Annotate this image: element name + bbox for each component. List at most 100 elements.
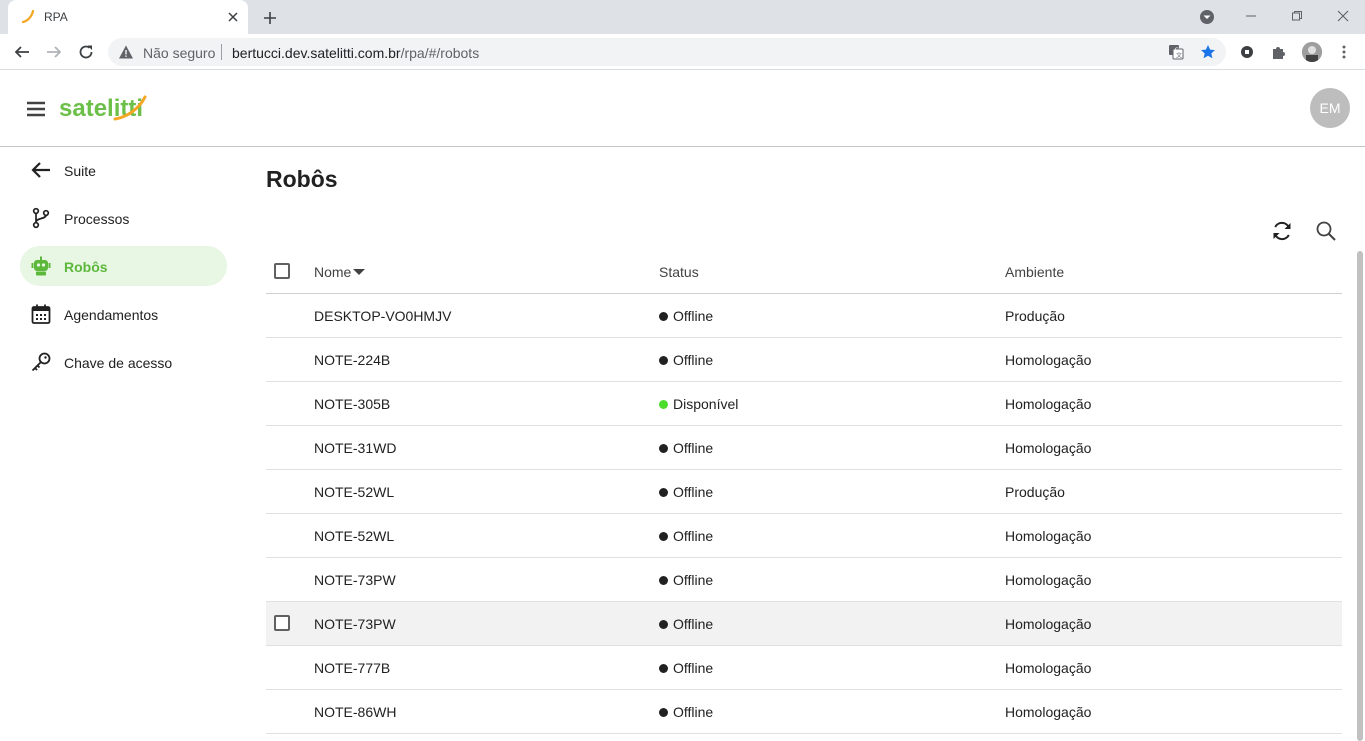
robot-environment: Homologação xyxy=(1005,528,1092,544)
status-label: Offline xyxy=(673,572,714,588)
robot-name: NOTE-52WL xyxy=(314,484,395,500)
page-scrollbar[interactable] xyxy=(1355,147,1365,741)
sidebar-item-label: Robôs xyxy=(64,259,108,275)
bookmark-star-icon[interactable] xyxy=(1200,44,1216,60)
search-icon xyxy=(1316,221,1336,241)
sidebar-item-suite[interactable]: Suite xyxy=(20,150,227,190)
table-row[interactable]: NOTE-31WD Offline Homologação xyxy=(266,426,1342,470)
address-bar[interactable]: Não seguro bertucci.dev.satelitti.com.br… xyxy=(108,38,1226,66)
restore-icon[interactable] xyxy=(1283,4,1311,28)
status-dot-icon xyxy=(659,664,668,673)
profile-avatar[interactable] xyxy=(1302,42,1322,62)
status-dot-icon xyxy=(659,312,668,321)
table-row[interactable]: NOTE-777B Offline Homologação xyxy=(266,646,1342,690)
arrow-back-icon xyxy=(31,162,50,178)
refresh-button[interactable] xyxy=(1269,218,1295,244)
status-label: Offline xyxy=(673,352,714,368)
status-label: Offline xyxy=(673,308,714,324)
status-label: Offline xyxy=(673,528,714,544)
robot-name: NOTE-73PW xyxy=(314,616,396,632)
robot-status: Offline xyxy=(659,616,713,632)
status-label: Offline xyxy=(673,704,714,720)
robot-name: DESKTOP-VO0HMJV xyxy=(314,308,452,324)
forward-icon[interactable] xyxy=(42,40,66,64)
page-title: Robôs xyxy=(266,166,338,192)
svg-text:文: 文 xyxy=(1176,52,1182,60)
sidebar-item-label: Suite xyxy=(64,163,96,179)
robot-environment: Homologação xyxy=(1005,352,1092,368)
security-label[interactable]: Não seguro xyxy=(143,45,215,61)
sidebar-item-label: Chave de acesso xyxy=(64,355,173,371)
robot-environment: Homologação xyxy=(1005,660,1092,676)
close-window-icon[interactable] xyxy=(1329,4,1357,28)
table-row[interactable]: NOTE-73PW Offline Homologação xyxy=(266,558,1342,602)
reload-icon[interactable] xyxy=(74,40,98,64)
robot-environment: Produção xyxy=(1005,308,1065,324)
sidebar-item-processos[interactable]: Processos xyxy=(20,198,227,238)
sidebar-item-chave-de-acesso[interactable]: Chave de acesso xyxy=(20,342,227,382)
status-label: Offline xyxy=(673,484,714,500)
table-row[interactable]: NOTE-86WH Offline Homologação xyxy=(266,690,1342,734)
back-icon[interactable] xyxy=(10,40,34,64)
status-label: Offline xyxy=(673,660,714,676)
robot-status: Offline xyxy=(659,572,713,588)
status-label: Disponível xyxy=(673,396,739,412)
robot-name: NOTE-52WL xyxy=(314,528,395,544)
menu-icon[interactable] xyxy=(24,97,48,121)
robot-status: Offline xyxy=(659,704,713,720)
robot-environment: Homologação xyxy=(1005,616,1092,632)
app-header: satelitti EM xyxy=(0,71,1365,147)
table-row[interactable]: NOTE-305B Disponível Homologação xyxy=(266,382,1342,426)
column-header-name[interactable]: Nome xyxy=(314,264,366,280)
table-header: Nome Status Ambiente xyxy=(266,249,1342,294)
scrollbar-thumb[interactable] xyxy=(1357,251,1363,741)
robot-environment: Homologação xyxy=(1005,440,1092,456)
tab-close-icon[interactable] xyxy=(224,8,242,26)
refresh-icon xyxy=(1273,221,1291,241)
browser-tab[interactable]: RPA xyxy=(8,0,248,34)
robot-status: Disponível xyxy=(659,396,738,412)
new-tab-icon[interactable] xyxy=(258,6,282,30)
calendar-icon xyxy=(31,304,51,324)
table-row[interactable]: DESKTOP-VO0HMJV Offline Produção xyxy=(266,294,1342,338)
table-row[interactable]: NOTE-224B Offline Homologação xyxy=(266,338,1342,382)
table-row[interactable]: NOTE-52WL Offline Homologação xyxy=(266,514,1342,558)
sidebar: Suite Processos Robôs Agendamentos Chave… xyxy=(0,147,248,728)
tab-search-icon[interactable] xyxy=(1199,9,1215,25)
satelitti-logo[interactable]: satelitti xyxy=(59,93,147,125)
robot-environment: Homologação xyxy=(1005,396,1092,412)
robot-name: NOTE-224B xyxy=(314,352,391,368)
key-icon xyxy=(31,352,51,372)
sidebar-item-label: Agendamentos xyxy=(64,307,159,323)
robot-name: NOTE-73PW xyxy=(314,572,396,588)
user-avatar[interactable]: EM xyxy=(1310,88,1350,128)
warning-icon[interactable] xyxy=(118,44,134,60)
minimize-icon[interactable] xyxy=(1237,4,1265,28)
robot-status: Offline xyxy=(659,484,713,500)
status-label: Offline xyxy=(673,440,714,456)
column-header-status[interactable]: Status xyxy=(659,264,699,280)
robot-status: Offline xyxy=(659,528,713,544)
robot-environment: Homologação xyxy=(1005,572,1092,588)
url-text[interactable]: bertucci.dev.satelitti.com.br/rpa/#/robo… xyxy=(232,45,479,61)
row-checkbox[interactable] xyxy=(274,615,290,631)
robot-name: NOTE-31WD xyxy=(314,440,397,456)
process-branch-icon xyxy=(32,207,50,229)
sidebar-item-robos[interactable]: Robôs xyxy=(20,246,227,286)
table-row[interactable]: NOTE-73PW Offline Homologação xyxy=(266,602,1342,646)
robot-name: NOTE-305B xyxy=(314,396,391,412)
column-header-ambiente[interactable]: Ambiente xyxy=(1005,264,1064,280)
browser-menu-icon[interactable] xyxy=(1335,43,1353,61)
translate-icon[interactable]: G文 xyxy=(1168,44,1184,60)
select-all-checkbox[interactable] xyxy=(274,263,290,279)
sidebar-item-label: Processos xyxy=(64,211,130,227)
status-label: Offline xyxy=(673,616,714,632)
column-name-label: Nome xyxy=(314,264,352,280)
browser-toolbar: Não seguro bertucci.dev.satelitti.com.br… xyxy=(0,34,1365,70)
extensions-puzzle-icon[interactable] xyxy=(1270,43,1288,61)
table-row[interactable]: NOTE-52WL Offline Produção xyxy=(266,470,1342,514)
search-button[interactable] xyxy=(1313,218,1339,244)
extension-lock-icon[interactable] xyxy=(1238,43,1256,61)
sidebar-item-agendamentos[interactable]: Agendamentos xyxy=(20,294,227,334)
robot-environment: Produção xyxy=(1005,484,1065,500)
